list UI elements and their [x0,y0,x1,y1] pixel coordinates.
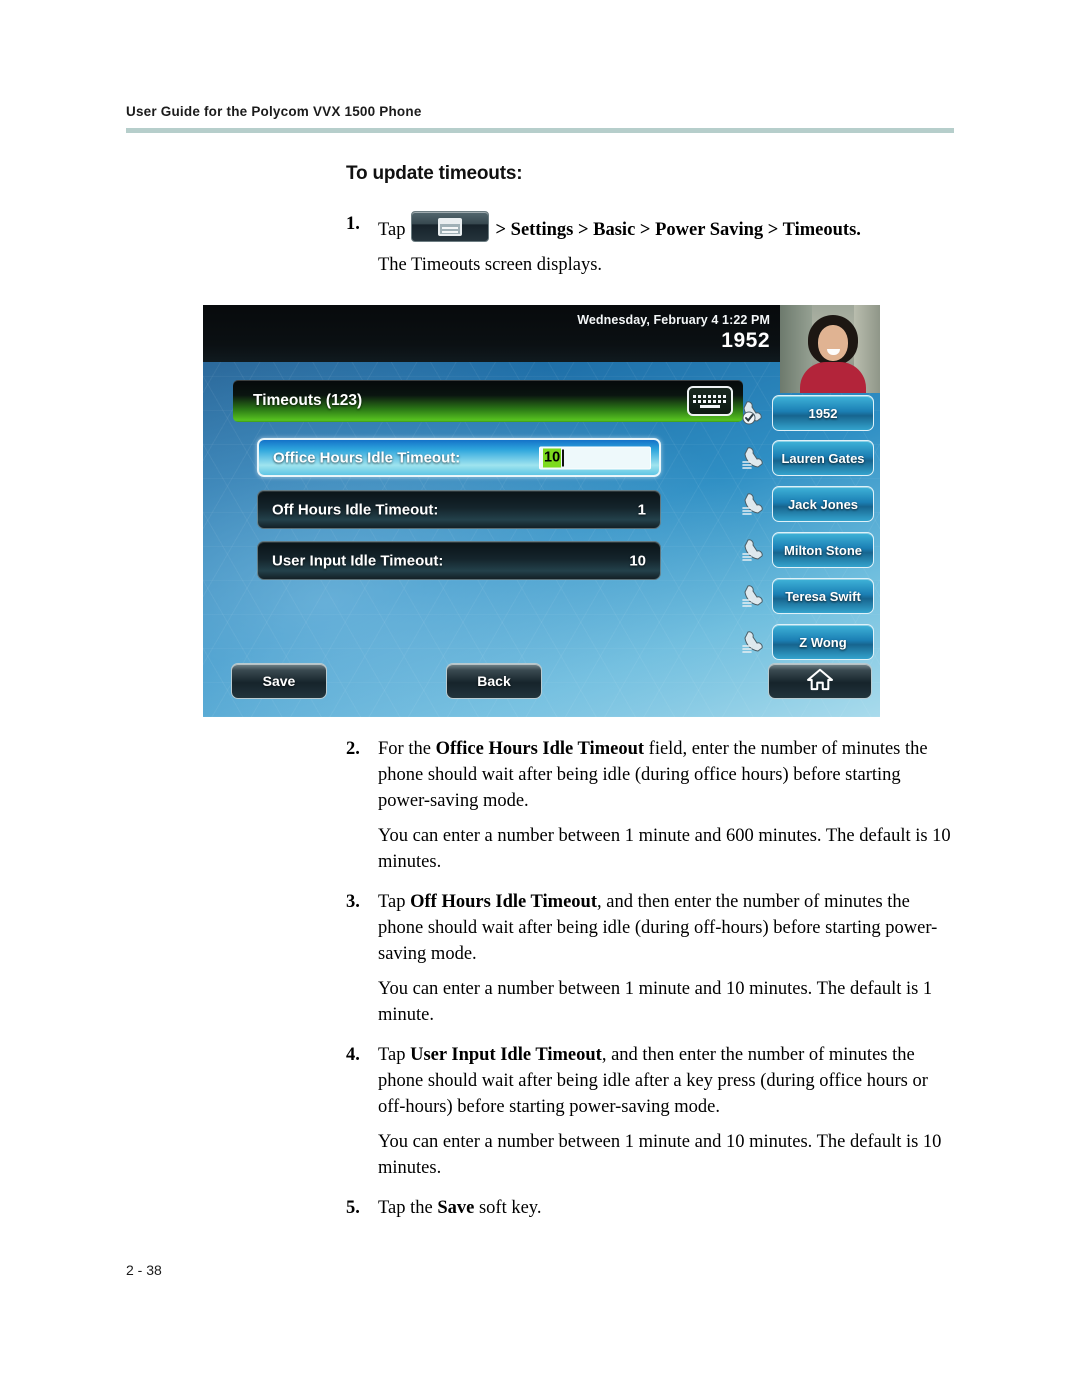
step-5-softkey-name: Save [437,1198,475,1218]
keyboard-icon[interactable] [687,386,733,416]
line-key-label: 1952 [808,405,838,421]
page-title: To update timeouts: [346,163,523,184]
step-1-result: The Timeouts screen displays. [378,255,603,275]
step-2-note: You can enter a number between 1 minute … [378,826,951,872]
office-hours-idle-timeout-input[interactable]: 10 [539,446,651,469]
step-4-number: 4. [346,1045,360,1065]
step-3-lead: Tap [378,892,411,912]
text-caret [562,449,564,466]
handset-icon [740,626,770,656]
step-4-lead: Tap [378,1045,411,1065]
timeouts-title-bar: Timeouts (123) [233,380,743,422]
step-3-note: You can enter a number between 1 minute … [378,979,933,1025]
line-key-milton-stone[interactable]: Milton Stone [772,532,874,568]
page-header: User Guide for the Polycom VVX 1500 Phon… [126,104,954,133]
line-key-label: Z Wong [799,634,847,650]
step-1-number: 1. [346,214,360,234]
soft-key-label: Save [262,673,296,689]
step-2-number: 2. [346,739,360,759]
step-5-lead: Tap the [378,1198,438,1218]
avatar-face [818,325,848,361]
handset-registered-icon [740,397,770,427]
line-key-lauren-gates[interactable]: Lauren Gates [772,440,874,476]
step-1-tap-label: Tap [378,220,406,240]
step-1-menu-path: > Settings > Basic > Power Saving > Time… [495,220,861,240]
row-value: 10 [629,552,646,569]
video-thumbnail[interactable] [780,305,880,393]
step-1: 1. Tap > Settings > Basic > Power Saving … [346,211,956,243]
step-2-text: For the Office Hours Idle Timeout field,… [378,736,956,814]
step-3-field-name: Off Hours Idle Timeout [410,892,598,912]
line-key-label: Milton Stone [784,542,862,558]
step-3-text: Tap Off Hours Idle Timeout, and then ent… [378,889,956,967]
line-key-label: Jack Jones [787,496,859,512]
step-2-field-name: Office Hours Idle Timeout [435,739,645,759]
row-label: User Input Idle Timeout: [272,552,444,569]
phone-status-bar: Wednesday, February 4 1:22 PM 1952 [203,305,880,362]
table-row[interactable]: Off Hours Idle Timeout: 1 [257,490,661,529]
handset-icon [740,488,770,518]
step-3: 3. Tap Off Hours Idle Timeout, and then … [346,889,956,967]
screen-title: Timeouts (123) [253,392,363,409]
page-footer: 2 - 38 [126,1262,162,1278]
step-4-field-name: User Input Idle Timeout [410,1045,602,1065]
step-4-note: You can enter a number between 1 minute … [378,1132,942,1178]
row-value: 1 [637,501,646,518]
step-2: 2. For the Office Hours Idle Timeout fie… [346,736,956,814]
step-5-number: 5. [346,1198,360,1218]
line-key-label: Teresa Swift [785,588,861,604]
line-key-z-wong[interactable]: Z Wong [772,624,874,660]
step-4: 4. Tap User Input Idle Timeout, and then… [346,1042,956,1120]
running-head-title: User Guide for the Polycom VVX 1500 Phon… [126,104,422,119]
save-soft-key[interactable]: Save [231,663,327,699]
line-key-label: Lauren Gates [781,450,865,466]
home-soft-key[interactable] [768,663,872,699]
step-4-text: Tap User Input Idle Timeout, and then en… [378,1042,956,1120]
table-row[interactable]: Office Hours Idle Timeout: 10 [257,438,661,477]
phone-screen-figure: Wednesday, February 4 1:22 PM 1952 Timeo… [203,305,880,717]
handset-icon [740,442,770,472]
table-row[interactable]: User Input Idle Timeout: 10 [257,541,661,580]
back-soft-key[interactable]: Back [446,663,542,699]
step-5: 5. Tap the Save soft key. [346,1195,956,1221]
line-key-teresa-swift[interactable]: Teresa Swift [772,578,874,614]
step-3-number: 3. [346,892,360,912]
status-extension: 1952 [721,329,770,352]
avatar-body [800,362,866,393]
line-key-jack-jones[interactable]: Jack Jones [772,486,874,522]
home-icon [806,667,834,696]
handset-icon [740,534,770,564]
soft-key-label: Back [477,673,511,689]
step-5-text: Tap the Save soft key. [378,1195,956,1221]
step-1-text: Tap > Settings > Basic > Power Saving > T… [378,211,956,243]
status-date-time: Wednesday, February 4 1:22 PM [577,313,770,327]
line-key-1952[interactable]: 1952 [772,395,874,431]
menu-key-icon [411,211,490,242]
row-label: Office Hours Idle Timeout: [273,449,461,466]
step-2-lead: For the [378,739,436,759]
handset-icon [740,580,770,610]
header-divider [126,128,954,133]
step-5-rest: soft key. [474,1198,542,1218]
row-input-value: 10 [543,448,562,467]
row-label: Off Hours Idle Timeout: [272,501,439,518]
